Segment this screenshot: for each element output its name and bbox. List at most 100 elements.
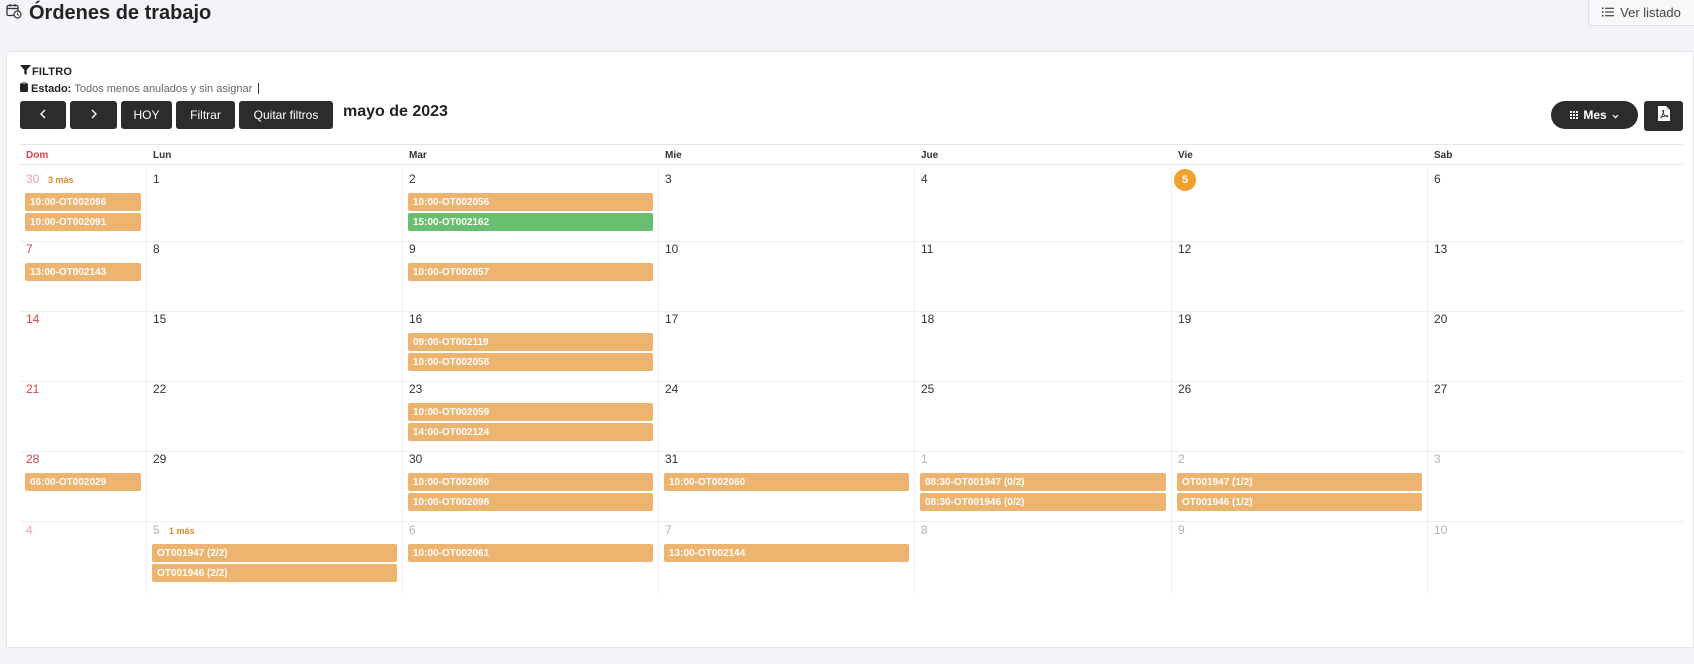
event-item[interactable]: 14:00-OT002124 <box>408 423 653 441</box>
day-number[interactable]: 21 <box>26 382 39 396</box>
view-mode-dropdown[interactable]: Mes <box>1551 101 1638 129</box>
day-cell[interactable]: 6 <box>1428 166 1683 242</box>
event-item[interactable]: 08:30-OT001947 (0/2) <box>920 473 1166 491</box>
day-number[interactable]: 15 <box>153 312 166 326</box>
event-item[interactable]: OT001946 (2/2) <box>152 564 397 582</box>
day-number[interactable]: 19 <box>1178 312 1191 326</box>
day-number[interactable]: 6 <box>409 523 416 537</box>
filtrar-button[interactable]: Filtrar <box>176 101 235 129</box>
more-events-link[interactable]: 1 más <box>169 526 195 536</box>
day-cell[interactable]: 19 <box>1172 306 1428 382</box>
day-number[interactable]: 1 <box>921 452 928 466</box>
day-number[interactable]: 9 <box>1178 523 1185 537</box>
event-item[interactable]: 13:00-OT002144 <box>664 544 909 562</box>
day-number[interactable]: 4 <box>921 172 928 186</box>
day-cell[interactable]: 8 <box>915 517 1172 593</box>
day-number[interactable]: 5 <box>153 523 160 537</box>
day-cell[interactable]: 5 1 más OT001947 (2/2) OT001946 (2/2) <box>147 517 403 593</box>
day-number[interactable]: 30 <box>409 452 422 466</box>
day-cell[interactable]: 7 13:00-OT002144 <box>659 517 915 593</box>
day-cell[interactable]: 27 <box>1428 376 1683 452</box>
event-item[interactable]: 13:00-OT002143 <box>25 263 141 281</box>
day-cell[interactable]: 16 09:00-OT002119 10:00-OT002058 <box>403 306 659 382</box>
day-cell[interactable]: 15 <box>147 306 403 382</box>
day-number[interactable]: 14 <box>26 312 39 326</box>
day-number[interactable]: 26 <box>1178 382 1191 396</box>
day-cell[interactable]: 3 <box>659 166 915 242</box>
day-cell[interactable]: 7 13:00-OT002143 <box>20 236 147 312</box>
event-item[interactable]: 10:00-OT002098 <box>408 493 653 511</box>
day-cell[interactable]: 20 <box>1428 306 1683 382</box>
day-number[interactable]: 11 <box>921 242 933 256</box>
day-cell[interactable]: 11 <box>915 236 1172 312</box>
event-item[interactable]: 08:30-OT001946 (0/2) <box>920 493 1166 511</box>
day-cell[interactable]: 2 10:00-OT002056 15:00-OT002162 <box>403 166 659 242</box>
day-cell[interactable]: 8 <box>147 236 403 312</box>
day-number[interactable]: 9 <box>409 242 416 256</box>
day-cell[interactable]: 12 <box>1172 236 1428 312</box>
day-cell[interactable]: 9 10:00-OT002057 <box>403 236 659 312</box>
day-cell[interactable]: 29 <box>147 446 403 522</box>
event-item[interactable]: 06:00-OT002029 <box>25 473 141 491</box>
day-number[interactable]: 6 <box>1434 172 1441 186</box>
day-cell[interactable]: 13 <box>1428 236 1683 312</box>
day-number[interactable]: 28 <box>26 452 39 466</box>
event-item[interactable]: 10:00-OT002091 <box>25 213 141 231</box>
day-cell[interactable]: 17 <box>659 306 915 382</box>
day-number[interactable]: 23 <box>409 382 422 396</box>
day-cell[interactable]: 30 3 más 10:00-OT002096 10:00-OT002091 <box>20 166 147 242</box>
day-cell[interactable]: 22 <box>147 376 403 452</box>
event-item[interactable]: 10:00-OT002096 <box>25 193 141 211</box>
day-cell[interactable]: 21 <box>20 376 147 452</box>
day-cell[interactable]: 1 <box>147 166 403 242</box>
day-number[interactable]: 1 <box>153 172 160 186</box>
day-cell[interactable]: 10 <box>1428 517 1683 593</box>
day-cell[interactable]: 30 10:00-OT002080 10:00-OT002098 <box>403 446 659 522</box>
day-number[interactable]: 10 <box>1434 523 1447 537</box>
event-item[interactable]: 10:00-OT002060 <box>664 473 909 491</box>
day-cell[interactable]: 14 <box>20 306 147 382</box>
ver-listado-button[interactable]: Ver listado <box>1588 0 1694 26</box>
more-events-link[interactable]: 3 más <box>48 175 74 185</box>
day-cell[interactable]: 28 06:00-OT002029 <box>20 446 147 522</box>
day-cell[interactable]: 9 <box>1172 517 1428 593</box>
day-number[interactable]: 27 <box>1434 382 1447 396</box>
next-month-button[interactable] <box>70 101 117 129</box>
day-cell[interactable]: 4 <box>915 166 1172 242</box>
day-number[interactable]: 18 <box>921 312 934 326</box>
filter-state[interactable]: Estado: Todos menos anulados y sin asign… <box>20 82 260 95</box>
day-number[interactable]: 8 <box>921 523 928 537</box>
day-number[interactable]: 4 <box>26 523 33 537</box>
day-number[interactable]: 8 <box>153 242 160 256</box>
day-cell[interactable]: 25 <box>915 376 1172 452</box>
day-number[interactable]: 25 <box>921 382 934 396</box>
day-cell[interactable]: 24 <box>659 376 915 452</box>
prev-month-button[interactable] <box>20 101 66 129</box>
event-item[interactable]: OT001946 (1/2) <box>1177 493 1422 511</box>
day-cell[interactable]: 26 <box>1172 376 1428 452</box>
day-cell[interactable]: 1 08:30-OT001947 (0/2) 08:30-OT001946 (0/2… <box>915 446 1172 522</box>
event-item[interactable]: 09:00-OT002119 <box>408 333 653 351</box>
day-number[interactable]: 24 <box>665 382 678 396</box>
day-number[interactable]: 7 <box>26 242 33 256</box>
day-cell[interactable]: 2 OT001947 (1/2) OT001946 (1/2) <box>1172 446 1428 522</box>
day-number[interactable]: 22 <box>153 382 166 396</box>
day-number[interactable]: 31 <box>665 452 678 466</box>
event-item[interactable]: OT001947 (2/2) <box>152 544 397 562</box>
day-number[interactable]: 12 <box>1178 242 1191 256</box>
event-item[interactable]: 15:00-OT002162 <box>408 213 653 231</box>
event-item[interactable]: 10:00-OT002059 <box>408 403 653 421</box>
day-number[interactable]: 16 <box>409 312 422 326</box>
day-cell[interactable]: 3 <box>1428 446 1683 522</box>
day-number[interactable]: 30 <box>26 172 39 186</box>
export-pdf-button[interactable] <box>1644 101 1683 131</box>
event-item[interactable]: 10:00-OT002080 <box>408 473 653 491</box>
day-cell[interactable]: 5 <box>1172 166 1428 242</box>
day-number[interactable]: 7 <box>665 523 672 537</box>
event-item[interactable]: OT001947 (1/2) <box>1177 473 1422 491</box>
day-number[interactable]: 2 <box>409 172 416 186</box>
day-cell[interactable]: 10 <box>659 236 915 312</box>
day-number[interactable]: 29 <box>153 452 166 466</box>
day-cell[interactable]: 31 10:00-OT002060 <box>659 446 915 522</box>
day-cell[interactable]: 18 <box>915 306 1172 382</box>
